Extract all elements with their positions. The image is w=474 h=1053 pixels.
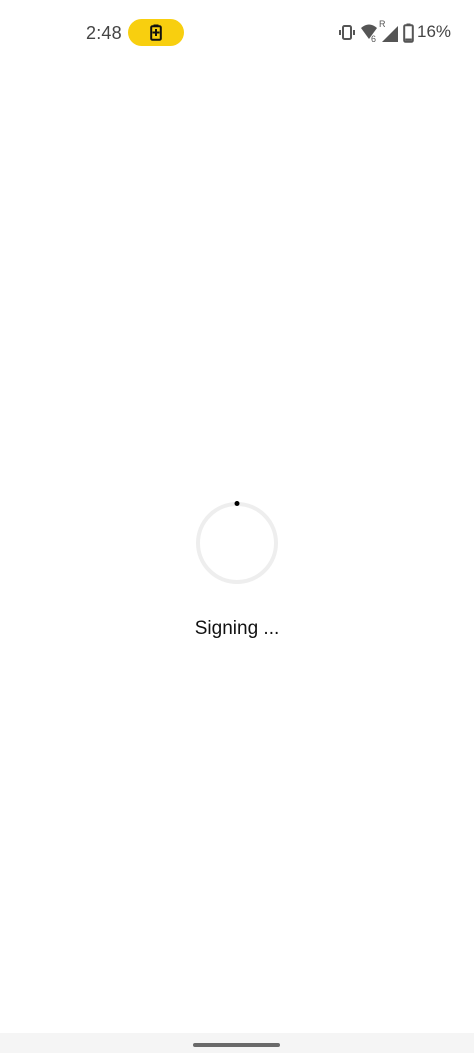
loading-spinner <box>196 501 278 584</box>
home-gesture-handle[interactable] <box>193 1043 280 1047</box>
spinner-dot <box>234 501 240 506</box>
spinner-track <box>196 502 278 584</box>
battery-saver-icon <box>150 24 162 41</box>
battery-icon <box>403 23 414 43</box>
status-time: 2:48 <box>86 23 122 43</box>
svg-text:6: 6 <box>371 34 376 44</box>
navigation-bar <box>0 1033 474 1053</box>
wifi-icon: 6 <box>361 24 377 44</box>
status-icons: 6 R 16% <box>336 19 464 44</box>
battery-percent: 16% <box>417 22 452 41</box>
vibrate-icon <box>339 25 355 40</box>
signal-icon <box>382 26 398 42</box>
battery-saver-badge <box>128 19 184 46</box>
loading-text: Signing ... <box>194 618 280 639</box>
status-bar: 2:48 6 R 16% <box>0 0 474 66</box>
